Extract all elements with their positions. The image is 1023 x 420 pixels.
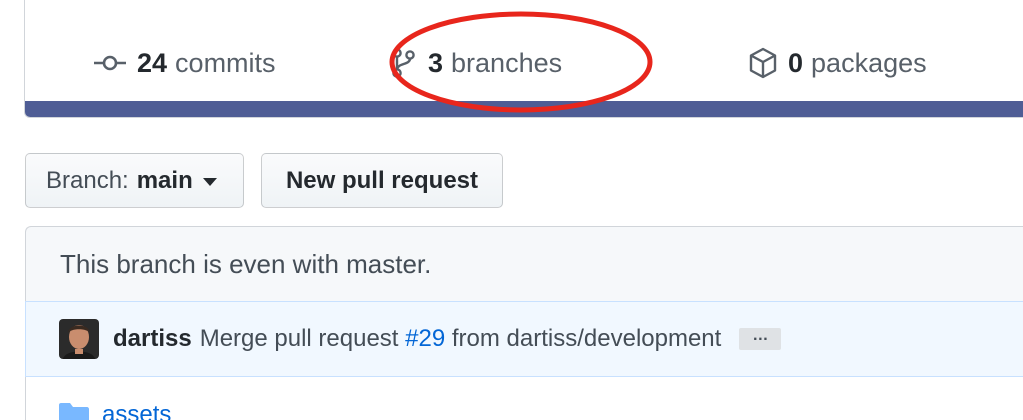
- commit-author[interactable]: dartiss: [113, 325, 192, 353]
- commit-icon: [93, 53, 127, 73]
- expand-commit-message-button[interactable]: …: [739, 328, 782, 350]
- branch-status-bar: This branch is even with master.: [25, 226, 1023, 301]
- packages-label: packages: [811, 47, 927, 78]
- file-row[interactable]: assets: [58, 401, 171, 420]
- repo-summary: 24 commits 3 branches 0 packages: [24, 0, 1023, 118]
- git-branch-icon: [390, 47, 418, 79]
- file-name[interactable]: assets: [102, 401, 171, 420]
- latest-commit-bar: dartiss Merge pull request #29 from dart…: [25, 301, 1023, 377]
- repo-page: 24 commits 3 branches 0 packages Branch:…: [0, 0, 1023, 420]
- summary-stats: 24 commits 3 branches 0 packages: [25, 0, 1023, 102]
- branch-select-prefix: Branch:: [46, 166, 129, 194]
- packages-count: 0: [788, 47, 804, 78]
- caret-down-icon: [202, 178, 217, 186]
- commits-link[interactable]: 24 commits: [93, 44, 276, 82]
- branch-status-text: This branch is even with master.: [60, 248, 432, 279]
- commit-message-end[interactable]: from dartiss/development: [452, 325, 721, 352]
- packages-link[interactable]: 0 packages: [748, 44, 927, 82]
- branches-count: 3: [428, 47, 444, 78]
- package-icon: [748, 47, 778, 79]
- branches-link[interactable]: 3 branches: [390, 44, 562, 82]
- commits-label: commits: [175, 47, 276, 78]
- folder-icon: [58, 402, 90, 420]
- branch-select-button[interactable]: Branch: main: [25, 153, 244, 208]
- branch-select-name: main: [136, 166, 193, 194]
- file-list: assets: [25, 377, 1023, 420]
- branches-label: branches: [451, 47, 563, 78]
- pull-request-link[interactable]: #29: [405, 325, 445, 352]
- avatar[interactable]: [59, 319, 99, 359]
- commit-message-start[interactable]: Merge pull request: [200, 325, 399, 352]
- commit-message[interactable]: Merge pull request #29 from dartiss/deve…: [200, 325, 722, 353]
- new-pull-request-button[interactable]: New pull request: [261, 153, 503, 208]
- language-bar[interactable]: [25, 101, 1023, 117]
- commits-count: 24: [137, 47, 168, 78]
